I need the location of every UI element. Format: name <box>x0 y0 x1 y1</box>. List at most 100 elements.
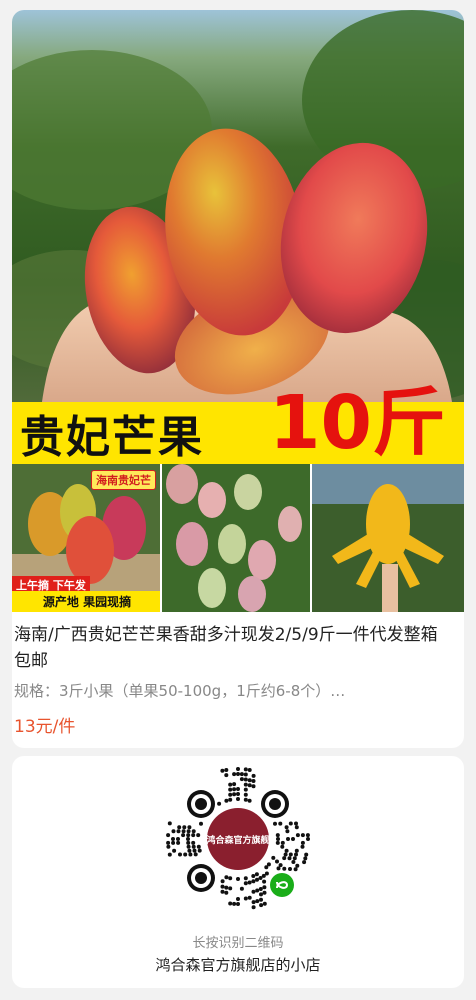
qr-dot <box>196 833 201 838</box>
qr-dot <box>259 892 263 897</box>
qr-dot <box>243 782 248 787</box>
qr-dot <box>228 797 233 802</box>
qr-dot <box>232 792 237 797</box>
qr-dot <box>228 876 233 881</box>
shop-logo-text: 鸿合森官方旗舰 <box>206 834 269 846</box>
qr-code-graphic: 鸿合森官方旗舰 <box>164 765 312 913</box>
qr-dot <box>275 833 280 838</box>
mango-thumbnail-photo-2 <box>162 464 310 612</box>
mango-thumbnail-photo-3 <box>312 464 464 612</box>
qr-dot <box>283 852 288 857</box>
qr-dot <box>251 879 256 884</box>
qr-dot <box>243 797 248 802</box>
shop-name[interactable]: 鸿合森官方旗舰店的小店 <box>12 954 464 975</box>
qr-dot <box>294 848 299 853</box>
qr-dot <box>166 844 171 849</box>
qr-dot <box>191 844 196 849</box>
qr-dot <box>236 787 240 791</box>
qr-dot <box>271 855 276 860</box>
qr-dot <box>300 840 305 845</box>
qr-dot <box>251 889 256 894</box>
product-price: 13元/件 <box>14 717 76 737</box>
thumbnail-3[interactable] <box>312 464 464 612</box>
qr-dot <box>258 876 263 880</box>
qr-dot <box>196 844 201 849</box>
qr-dot <box>282 866 287 871</box>
qr-dot <box>247 783 252 788</box>
product-title[interactable]: 海南/广西贵妃芒芒果香甜多汁现发2/5/9斤一件代发整箱包邮 <box>14 622 454 674</box>
qr-dot <box>291 837 295 841</box>
qr-dot <box>236 767 240 771</box>
product-hero-image[interactable] <box>12 10 464 402</box>
product-spec[interactable]: 规格：3斤小果（单果50-100g，1斤约6-8个）… <box>14 680 454 701</box>
qr-dot <box>295 863 300 868</box>
product-banner: 贵妃芒果 10斤 <box>12 386 464 464</box>
qr-dot <box>171 837 175 841</box>
qr-dot <box>275 840 280 845</box>
qr-dot <box>261 873 266 878</box>
qr-dot <box>247 880 252 885</box>
qr-dot <box>228 886 233 891</box>
qr-dot <box>186 829 191 834</box>
qr-dot <box>293 867 298 872</box>
qr-dot <box>224 768 229 772</box>
qr-dot <box>251 874 256 878</box>
qr-dot <box>239 772 244 777</box>
qr-finder-bottom-left <box>187 864 215 892</box>
qr-dot <box>182 825 187 830</box>
qr-dot <box>280 840 285 845</box>
qr-dot <box>176 840 181 845</box>
shop-qr-card[interactable]: 鸿合森官方旗舰 长按识别二维码 鸿合森官方旗舰店的小店 <box>12 756 464 988</box>
thumbnail-1[interactable]: 海南贵妃芒 上午摘 下午发 源产地 果园现摘 <box>12 464 162 612</box>
qr-dot <box>243 772 248 777</box>
qr-dot <box>287 856 292 861</box>
qr-dot <box>259 897 263 902</box>
qr-dot <box>167 852 172 857</box>
qr-dot <box>300 833 305 838</box>
qr-dot <box>232 787 237 792</box>
qr-dot <box>276 837 280 841</box>
qr-dot <box>251 773 256 778</box>
qr-dot <box>243 777 248 782</box>
qr-dot <box>295 833 300 838</box>
qr-dot <box>302 860 307 865</box>
qr-dot <box>236 797 240 801</box>
qr-dot <box>255 877 259 882</box>
miniprogram-icon <box>270 873 294 897</box>
qr-dot <box>186 840 191 845</box>
qr-dot <box>255 888 260 893</box>
qr-dot <box>288 821 293 826</box>
banner-weight: 10斤 <box>269 380 446 466</box>
qr-dot <box>178 852 182 857</box>
qr-dot <box>291 860 296 864</box>
product-card[interactable]: 贵妃芒果 10斤 海南贵妃芒 上午摘 下午发 源产地 果园现摘 海南/广西贵妃芒… <box>12 10 464 748</box>
qr-dot <box>243 881 248 886</box>
qr-dot <box>228 787 233 792</box>
qr-dot <box>275 859 279 864</box>
qr-dot <box>232 772 237 777</box>
qr-dot <box>167 821 172 826</box>
qr-dot <box>247 768 252 772</box>
banner-product-name: 贵妃芒果 <box>20 412 204 463</box>
qr-dot <box>239 886 244 891</box>
qr-dot <box>305 833 310 838</box>
qr-dot <box>285 829 290 834</box>
qr-dot <box>171 829 176 834</box>
qr-dot <box>262 901 267 906</box>
qr-dot <box>288 852 293 857</box>
thumbnail-2[interactable] <box>162 464 312 612</box>
qr-dot <box>224 885 229 890</box>
qr-dot <box>262 890 267 895</box>
qr-dot <box>228 792 233 797</box>
qr-dot <box>220 884 225 889</box>
qr-dot <box>224 890 229 895</box>
qr-dot <box>303 856 308 861</box>
qr-dot <box>284 825 289 830</box>
miniprogram-qr-code[interactable]: 鸿合森官方旗舰 <box>163 764 313 914</box>
qr-dot <box>247 895 252 900</box>
qr-dot <box>217 801 222 806</box>
qr-dot <box>273 821 277 826</box>
qr-dot <box>292 856 297 861</box>
qr-dot <box>262 879 267 884</box>
qr-dot <box>304 852 309 857</box>
